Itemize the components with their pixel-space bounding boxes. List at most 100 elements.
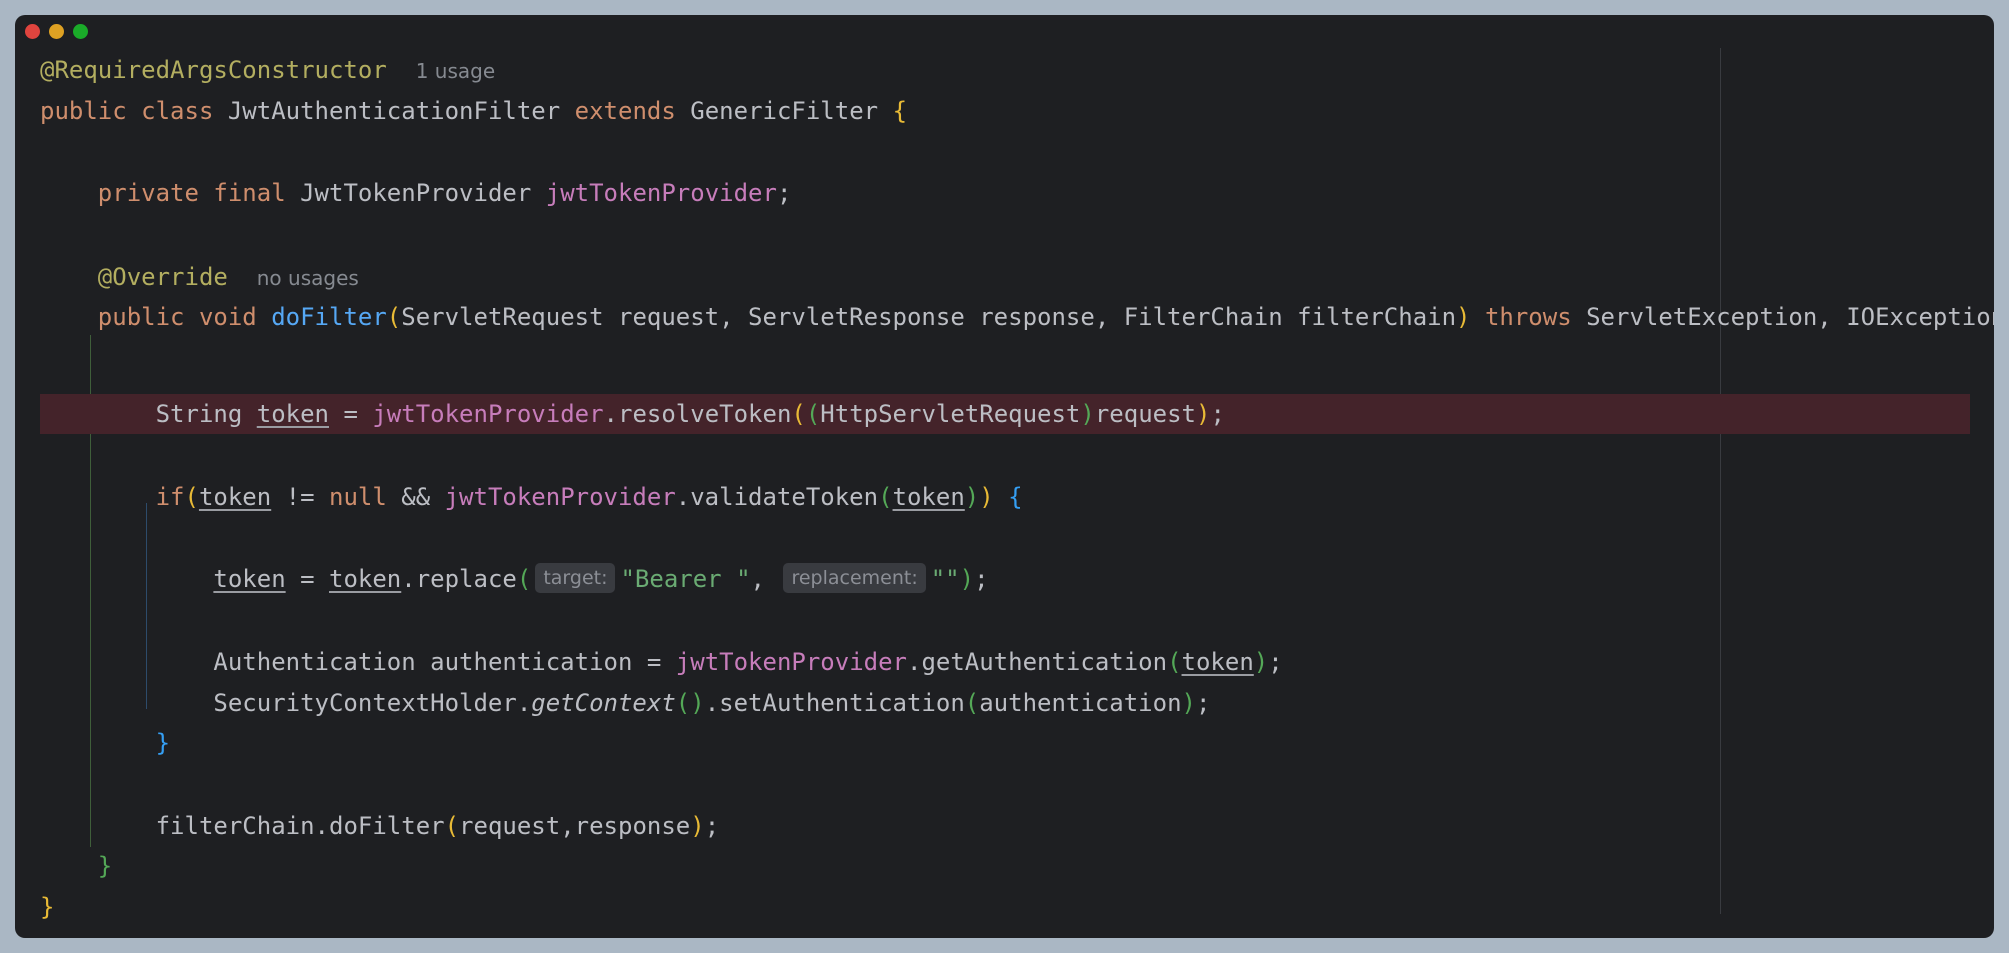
code-editor[interactable]: @RequiredArgsConstructor 1 usage public … [40,15,1994,938]
paren: ( [675,689,691,717]
paren: ) [690,812,705,840]
operator: && [386,483,445,511]
paren: ( [964,689,980,717]
type-name: Authentication [213,648,416,676]
method-call: setAuthentication [719,689,965,717]
string-literal: "Bearer " [620,565,751,593]
type-name: HttpServletRequest [820,400,1081,428]
variable: token [213,565,286,593]
dot: . [675,483,691,511]
exception-list: ServletException, IOException [1586,303,1994,331]
dot: . [314,812,329,840]
code-line-2: public class JwtAuthenticationFilter ext… [40,91,1994,131]
operator: != [271,483,329,511]
paren: ( [444,812,460,840]
paren: ) [979,483,994,511]
method-params: ServletRequest request, ServletResponse … [401,303,1457,331]
variable: token [198,483,272,511]
method-name: doFilter [271,303,387,331]
code-line-16: SecurityContextHolder.getContext().setAu… [40,683,1994,723]
semicolon: ; [1210,400,1225,428]
code-line-15: Authentication authentication = jwtToken… [40,642,1994,682]
comma: , [750,565,780,593]
paren: ( [386,303,402,331]
semicolon: ; [776,179,792,207]
close-window-button[interactable] [25,24,40,39]
arguments: request,response [459,812,691,840]
usage-hint[interactable]: 1 usage [416,59,495,83]
paren: ( [791,400,806,428]
usage-hint[interactable]: no usages [257,266,359,290]
variable: token [329,565,402,593]
paren: ( [805,400,821,428]
class-name: SecurityContextHolder [213,689,517,717]
keyword: throws [1484,303,1572,331]
brace: { [892,97,908,125]
code-line-9-highlighted: String token = jwtTokenProvider.resolveT… [40,394,1970,434]
variable: authentication [979,689,1182,717]
paren: ) [1253,648,1269,676]
variable: request [1094,400,1196,428]
parameter-hint: target: [535,563,616,593]
annotation: @RequiredArgsConstructor [40,56,387,84]
method-call: replace [415,565,517,593]
paren: ) [1181,689,1196,717]
code-line-13: token = token.replace(target: "Bearer ", … [40,559,1994,599]
paren: ) [964,483,980,511]
keyword: extends [574,97,676,125]
keyword: public [40,97,127,125]
variable: filterChain [155,812,315,840]
keyword: class [141,97,214,125]
dot: . [603,400,618,428]
annotation: @Override [97,263,228,291]
paren: ) [690,689,705,717]
dot: . [516,689,532,717]
dot: . [906,648,922,676]
code-line-7: public void doFilter(ServletRequest requ… [40,297,1994,337]
code-line-11: if(token != null && jwtTokenProvider.val… [40,477,1994,517]
field-name: jwtTokenProvider [372,400,604,428]
code-line-20: } [40,846,1994,886]
brace: } [97,852,113,880]
operator: = [329,400,373,428]
paren: ) [1196,400,1211,428]
semicolon: ; [704,812,720,840]
string-literal: "" [930,565,960,593]
type-name: JwtTokenProvider [300,179,532,207]
code-line-4: private final JwtTokenProvider jwtTokenP… [40,173,1994,213]
keyword: final [213,179,286,207]
parameter-hint: replacement: [783,563,926,593]
brace: } [40,893,55,921]
field-name: jwtTokenProvider [545,179,777,207]
code-line-6: @Override no usages [40,257,1994,297]
variable: token [256,400,329,428]
variable: token [1181,648,1254,676]
semicolon: ; [1195,689,1211,717]
keyword: public [97,303,185,331]
semicolon: ; [1268,648,1283,676]
operator: = [285,565,329,593]
parent-class-name: GenericFilter [690,97,879,125]
paren: ( [516,565,532,593]
keyword: private [97,179,199,207]
class-name: JwtAuthenticationFilter [227,97,561,125]
field-name: jwtTokenProvider [675,648,907,676]
brace: } [155,729,171,757]
dot: . [704,689,720,717]
paren: ( [184,483,199,511]
variable: token [892,483,965,511]
method-call: resolveToken [618,400,792,428]
static-method-call: getContext [531,689,676,717]
paren: ) [959,565,975,593]
brace: { [1008,483,1023,511]
field-name: jwtTokenProvider [444,483,676,511]
keyword: null [329,483,387,511]
method-call: validateToken [690,483,879,511]
paren: ( [878,483,893,511]
keyword: if [155,483,185,511]
type-name: String [155,400,243,428]
method-call: doFilter [329,812,445,840]
editor-window: @RequiredArgsConstructor 1 usage public … [15,15,1994,938]
code-line-19: filterChain.doFilter(request,response); [40,806,1994,846]
code-line-17: } [40,723,1994,763]
